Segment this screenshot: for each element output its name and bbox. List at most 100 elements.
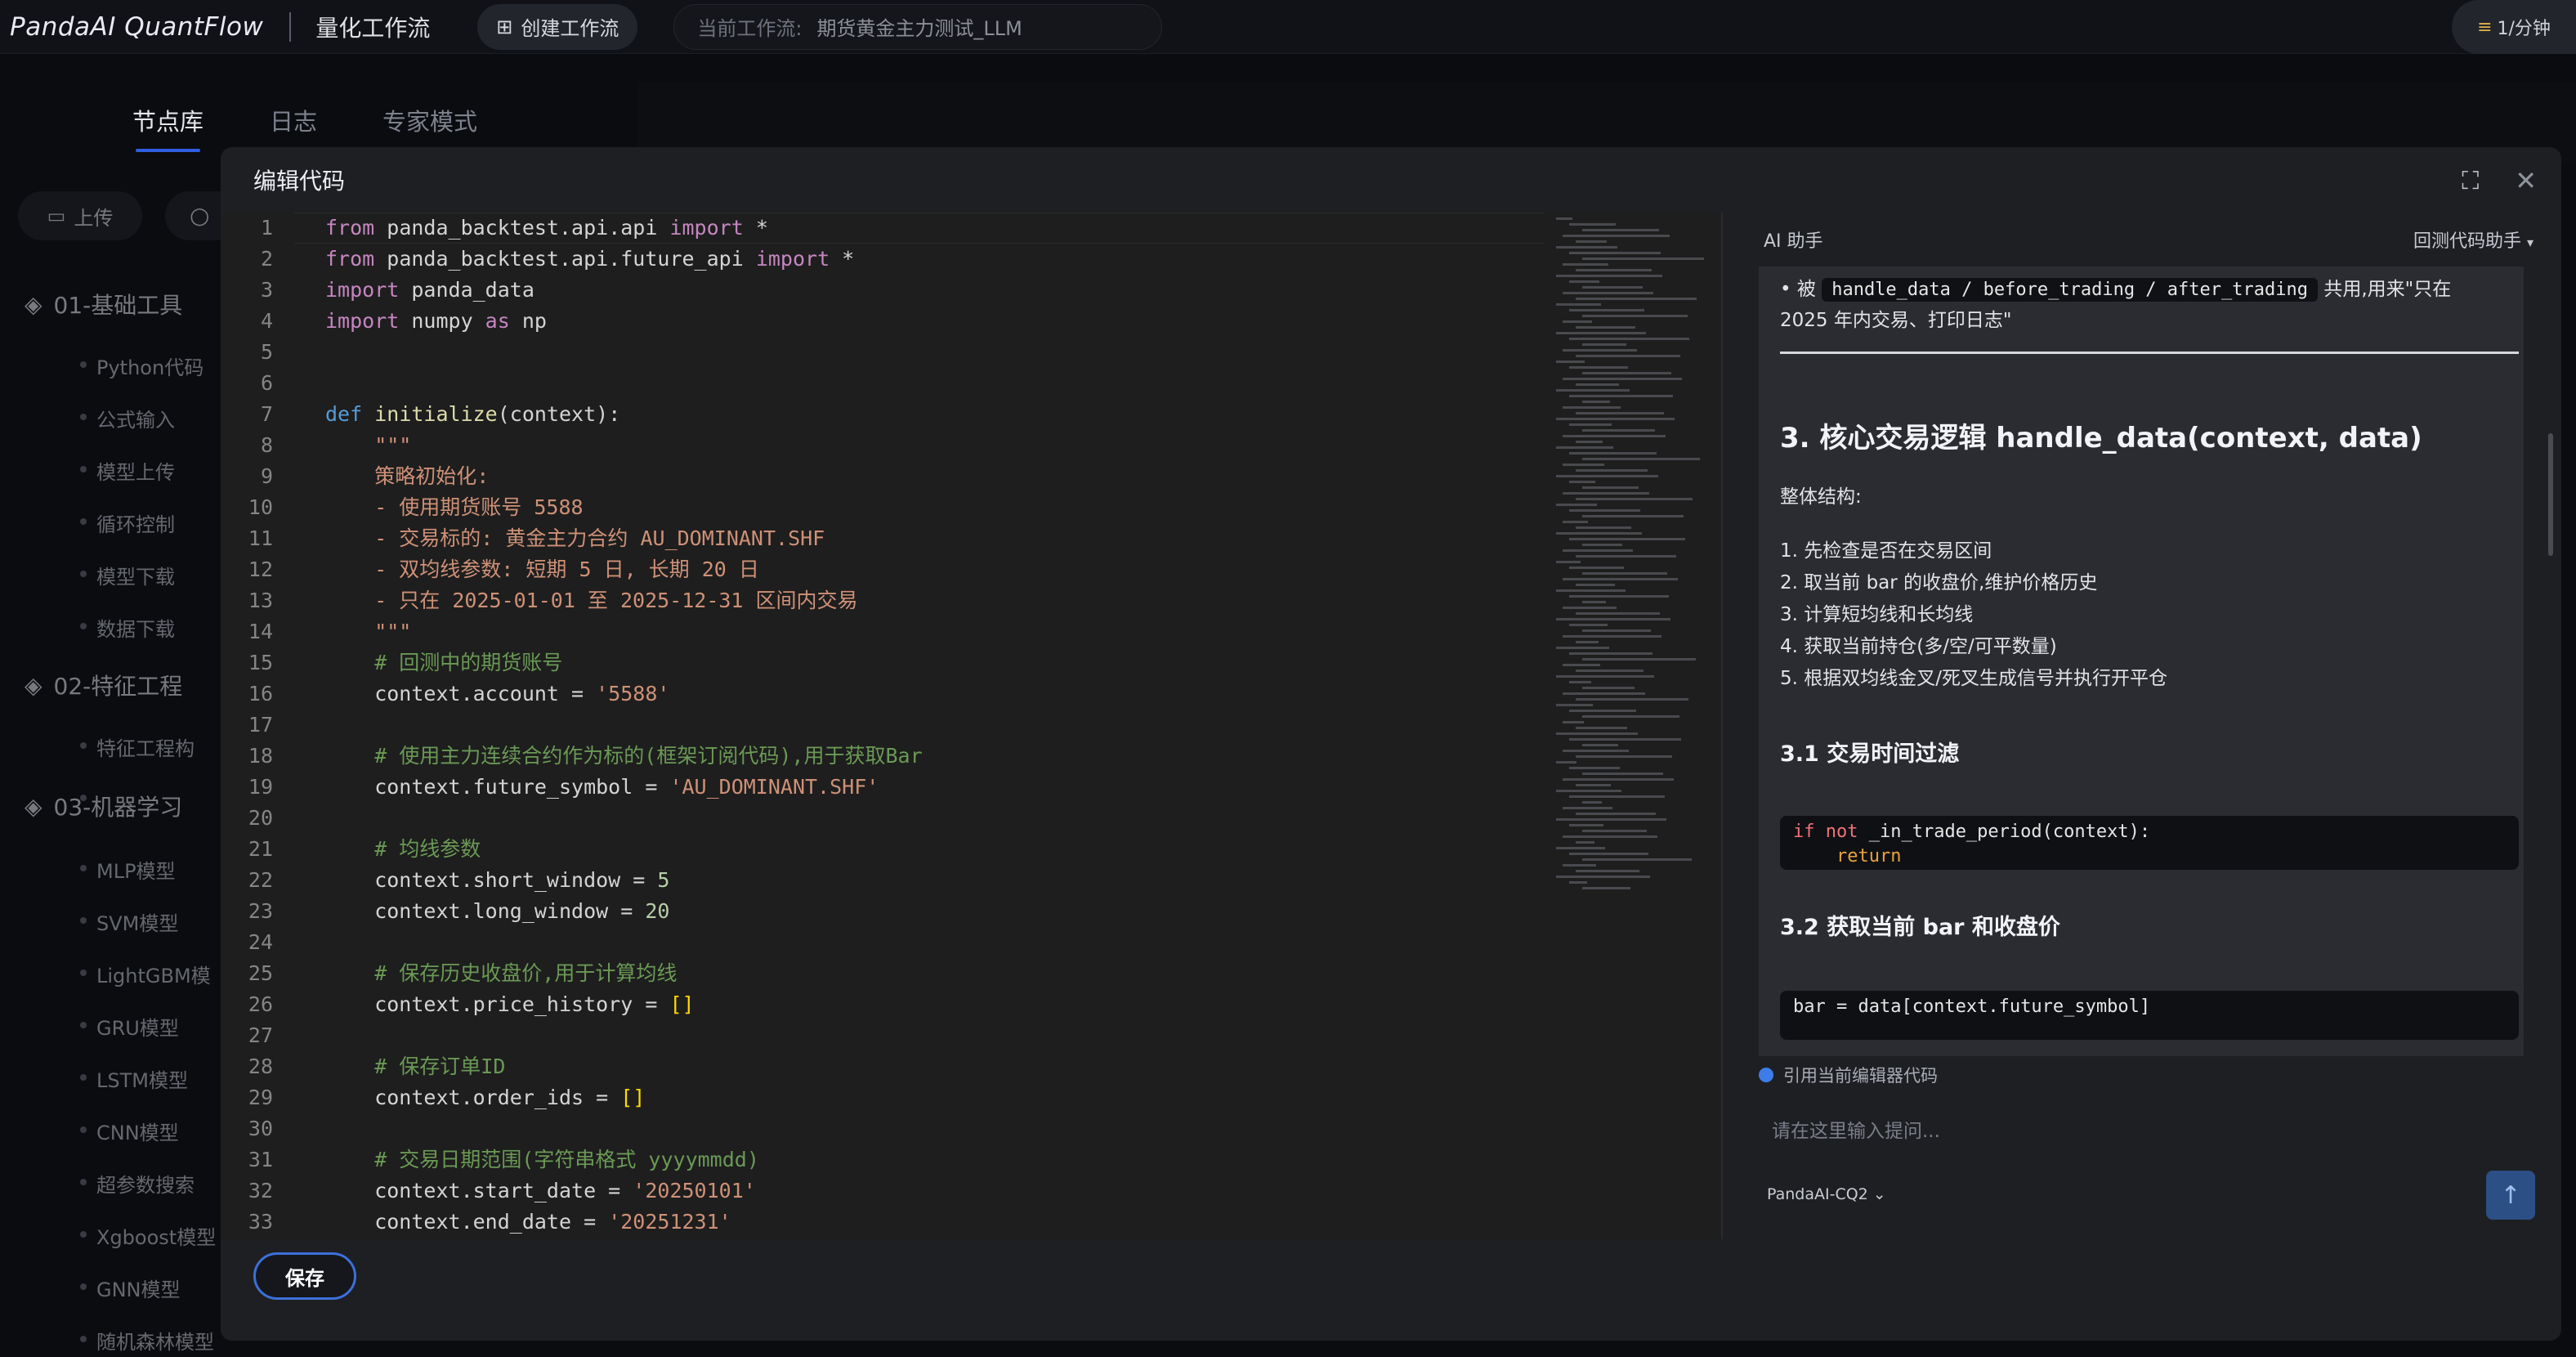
send-button[interactable]: ↑ <box>2486 1171 2535 1220</box>
line-number: 32 <box>248 1179 273 1202</box>
line-number: 16 <box>248 682 273 705</box>
ai-message-area[interactable]: • 被 handle_data / before_trading / after… <box>1759 266 2524 1056</box>
code-line[interactable]: context.price_history = [] <box>325 989 694 1020</box>
sidebar-item[interactable]: MLP模型 <box>80 855 176 884</box>
arrow-up-icon: ↑ <box>2500 1180 2521 1210</box>
minimap-line <box>1556 561 1581 563</box>
code-line[interactable]: """ <box>325 430 411 461</box>
line-number: 30 <box>248 1117 273 1140</box>
code-line[interactable]: 策略初始化: <box>325 461 489 492</box>
tab-expert-mode[interactable]: 专家模式 <box>382 103 477 137</box>
sidebar-item[interactable]: 随机森林模型 <box>80 1326 214 1355</box>
minimap-line <box>1582 315 1688 317</box>
sidebar-item[interactable]: CNN模型 <box>80 1117 179 1145</box>
minimap-line <box>1582 773 1663 775</box>
code-line[interactable]: def initialize(context): <box>325 399 620 430</box>
minimap-line <box>1556 847 1605 849</box>
sidebar-item[interactable]: 数据下载 <box>80 613 175 642</box>
checkbox-checked-icon[interactable] <box>1759 1068 1773 1082</box>
question-input[interactable]: 请在这里输入提问... <box>1772 1115 1940 1143</box>
code-line[interactable]: # 保存订单ID <box>325 1051 505 1082</box>
minimap-line <box>1556 446 1613 449</box>
code-line[interactable]: import panda_data <box>325 275 534 306</box>
current-workflow-field[interactable]: 当前工作流: 期货黄金主力测试_LLM <box>673 3 1163 50</box>
minimap-line <box>1563 864 1596 867</box>
minimap-line <box>1582 486 1639 489</box>
code-line[interactable]: context.end_date = '20251231' <box>325 1207 731 1238</box>
code-line[interactable]: import numpy as np <box>325 306 547 337</box>
ai-scrollbar[interactable] <box>2548 433 2553 556</box>
fullscreen-icon[interactable]: ⛶ <box>2462 167 2479 195</box>
sidebar-item[interactable]: 模型下载 <box>80 561 175 589</box>
tab-logs[interactable]: 日志 <box>270 103 317 137</box>
code-line[interactable]: # 使用主力连续合约作为标的(框架订阅代码),用于获取Bar <box>325 741 922 772</box>
model-select[interactable]: PandaAI-CQ2 ⌄ <box>1767 1185 1886 1203</box>
section-machine-learning[interactable]: ◈ 03-机器学习 <box>25 790 182 822</box>
sidebar-item[interactable]: 循环控制 <box>80 508 175 537</box>
sidebar-item[interactable]: SVM模型 <box>79 907 178 936</box>
quote-label: 引用当前编辑器代码 <box>1783 1066 1938 1086</box>
sidebar-item[interactable]: Python代码 <box>79 352 203 380</box>
sidebar-item[interactable]: Xgboost模型 <box>79 1221 216 1250</box>
minimap-line <box>1576 269 1652 271</box>
assistant-mode-select[interactable]: 回测代码助手 ▾ <box>2413 226 2534 253</box>
code-line[interactable]: context.short_window = 5 <box>325 865 669 896</box>
line-number: 11 <box>248 526 273 550</box>
minimap-line <box>1563 406 1621 409</box>
code-line[interactable]: context.account = '5588' <box>325 678 669 710</box>
code-line[interactable]: # 回测中的期货账号 <box>325 647 562 678</box>
sidebar-item[interactable]: LSTM模型 <box>80 1064 188 1093</box>
create-workflow-button[interactable]: ⊞ 创建工作流 <box>477 3 638 50</box>
code-line[interactable]: from panda_backtest.api.api import * <box>325 213 768 244</box>
code-line[interactable]: context.future_symbol = 'AU_DOMINANT.SHF… <box>325 772 879 803</box>
code-area[interactable]: from panda_backtest.api.api import * from… <box>325 213 1535 1239</box>
code-line[interactable]: - 使用期货账号 5588 <box>325 492 583 523</box>
line-number: 15 <box>248 651 273 674</box>
code-line[interactable]: # 均线参数 <box>325 834 481 865</box>
section-basic-tools[interactable]: ◈ 01-基础工具 <box>25 288 182 320</box>
code-line[interactable]: context.order_ids = [] <box>325 1082 645 1113</box>
section-title: 03-机器学习 <box>53 794 183 821</box>
ai-assistant-panel: AI 助手 回测代码助手 ▾ • 被 handle_data / before_… <box>1742 213 2561 1239</box>
sidebar-item[interactable]: GNN模型 <box>80 1274 181 1302</box>
save-button[interactable]: 保存 <box>253 1252 356 1300</box>
ai-header: AI 助手 回测代码助手 ▾ <box>1742 213 2561 266</box>
minimap-line <box>1569 681 1591 683</box>
sidebar-item[interactable]: 特征工程构 <box>80 732 195 761</box>
section-title: 02-特征工程 <box>53 673 183 700</box>
code-line[interactable]: context.start_date = '20250101' <box>325 1176 756 1207</box>
quote-editor-code-toggle[interactable]: 引用当前编辑器代码 <box>1759 1063 1938 1087</box>
editor-scrollbar[interactable] <box>1721 213 1723 1239</box>
line-number: 3 <box>260 278 273 302</box>
code-line[interactable]: - 交易标的: 黄金主力合约 AU_DOMINANT.SHF <box>325 523 825 554</box>
section-feature-engineering[interactable]: ◈ 02-特征工程 <box>25 669 182 701</box>
upload-button[interactable]: ▭ 上传 <box>18 191 142 240</box>
minimap-line <box>1582 429 1655 432</box>
model-label: PandaAI-CQ2 <box>1767 1185 1868 1203</box>
minimap-line <box>1582 601 1606 603</box>
code-line[interactable]: from panda_backtest.api.future_api impor… <box>325 244 854 275</box>
code-line[interactable]: # 保存历史收盘价,用于计算均线 <box>325 958 677 989</box>
code-editor[interactable]: 1 2 3 4 5 6 7 8 9 10 11 12 13 14 15 16 17 18 19 20 21 22 23 24 2… <box>221 213 1723 1239</box>
code-line[interactable]: context.long_window = 20 <box>325 896 669 927</box>
bullet-item: • 被 handle_data / before_trading / after… <box>1780 278 2452 302</box>
minimap-line <box>1563 378 1682 380</box>
close-icon[interactable]: ✕ <box>2515 165 2537 196</box>
sidebar-item[interactable]: 超参数搜索 <box>80 1169 195 1198</box>
minimap-line <box>1569 738 1681 741</box>
sidebar-item[interactable]: 公式输入 <box>80 404 175 432</box>
code-line[interactable]: - 双均线参数: 短期 5 日, 长期 20 日 <box>325 554 759 585</box>
minimap[interactable] <box>1551 213 1723 899</box>
rate-badge[interactable]: ≡ 1/分钟 <box>2452 0 2576 54</box>
minimap-line <box>1569 595 1669 598</box>
minimap-line <box>1582 458 1700 460</box>
code-line[interactable]: # 交易日期范围(字符串格式 yyyymmdd) <box>325 1144 759 1176</box>
tab-node-library[interactable]: 节点库 <box>132 103 203 152</box>
sidebar-item[interactable]: GRU模型 <box>80 1012 179 1041</box>
code-line[interactable]: - 只在 2025-01-01 至 2025-12-31 区间内交易 <box>325 585 857 616</box>
minimap-line <box>1556 418 1675 420</box>
code-line[interactable]: """ <box>325 616 411 647</box>
sidebar-item[interactable]: LightGBM模 <box>80 960 211 988</box>
sidebar-item[interactable]: 模型上传 <box>80 456 175 485</box>
minimap-line <box>1576 784 1611 786</box>
